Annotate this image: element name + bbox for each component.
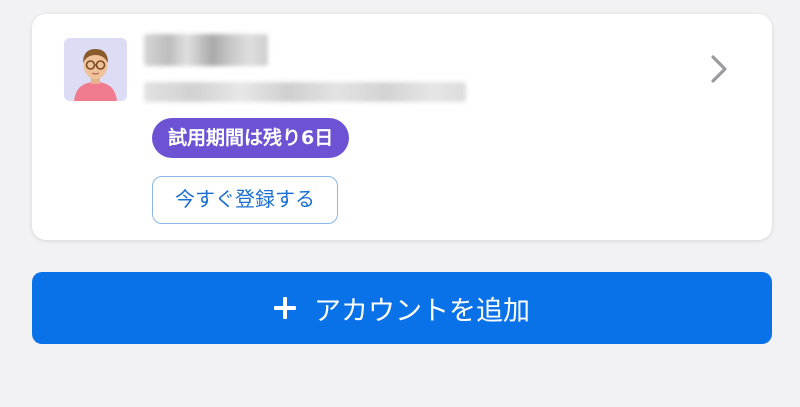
trial-status-badge: 試用期間は残り6日 [152,118,350,158]
add-account-label: アカウントを追加 [314,295,530,327]
plus-icon [274,297,296,319]
add-account-button[interactable]: アカウントを追加 [32,272,772,344]
account-email-redacted [144,82,466,102]
person-avatar-icon [64,38,127,101]
register-now-button[interactable]: 今すぐ登録する [152,176,338,224]
avatar [64,38,127,101]
account-name-redacted [144,34,268,66]
account-card[interactable]: 試用期間は残り6日 今すぐ登録する [32,14,772,240]
chevron-right-icon[interactable] [706,52,732,86]
